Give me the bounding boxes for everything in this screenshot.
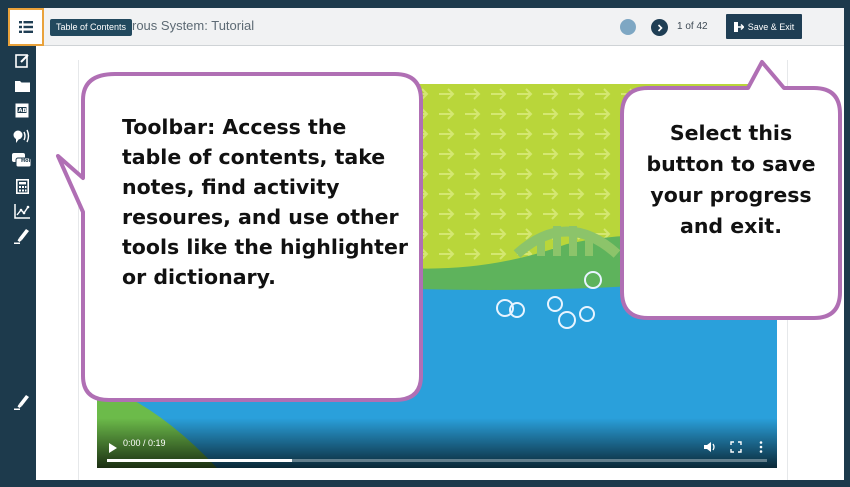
top-header: Table of Contents rous System: Tutorial … bbox=[8, 8, 844, 46]
save-exit-label: Save & Exit bbox=[747, 21, 795, 32]
exit-icon bbox=[733, 21, 744, 32]
notes-button[interactable] bbox=[12, 50, 32, 70]
video-progress-bar[interactable] bbox=[107, 459, 767, 462]
toolbar-callout-text: Toolbar: Access the table of contents, t… bbox=[122, 115, 408, 289]
graph-icon bbox=[14, 203, 30, 219]
page-indicator: 1 of 42 bbox=[677, 21, 708, 32]
video-controls: 0:00 / 0:19 bbox=[97, 418, 777, 468]
svg-text:AB: AB bbox=[18, 108, 26, 114]
chevron-right-icon bbox=[657, 23, 663, 32]
left-toolbar: AB Hola bbox=[8, 46, 36, 480]
calculator-icon bbox=[15, 178, 29, 194]
highlighter-icon bbox=[14, 229, 29, 244]
graph-button[interactable] bbox=[12, 201, 32, 221]
save-callout-text: Select this button to save your progress… bbox=[646, 121, 816, 238]
more-options-icon[interactable] bbox=[757, 440, 765, 454]
highlighter-button[interactable] bbox=[12, 226, 32, 246]
toc-tooltip: Table of Contents bbox=[50, 19, 133, 36]
volume-icon[interactable] bbox=[703, 440, 717, 454]
video-time: 0:00 / 0:19 bbox=[123, 438, 166, 448]
list-icon bbox=[19, 21, 33, 33]
translate-button[interactable]: Hola bbox=[12, 151, 34, 171]
page-title: rous System: Tutorial bbox=[132, 18, 255, 33]
folder-icon bbox=[14, 80, 30, 92]
fullscreen-icon[interactable] bbox=[729, 440, 743, 454]
translate-badge: Hola bbox=[21, 158, 34, 164]
play-icon[interactable] bbox=[107, 442, 119, 454]
resources-button[interactable] bbox=[12, 75, 32, 95]
glossary-icon: AB bbox=[15, 103, 29, 117]
read-aloud-icon bbox=[13, 129, 30, 143]
notes-icon bbox=[14, 53, 29, 68]
next-page-button[interactable] bbox=[651, 19, 668, 36]
calculator-button[interactable] bbox=[12, 176, 32, 196]
table-of-contents-button[interactable] bbox=[8, 8, 44, 46]
status-indicator bbox=[620, 19, 636, 35]
eraser-button[interactable] bbox=[12, 392, 32, 412]
read-aloud-button[interactable] bbox=[12, 126, 32, 146]
eraser-icon bbox=[14, 395, 29, 410]
glossary-button[interactable]: AB bbox=[12, 100, 32, 120]
save-exit-button[interactable]: Save & Exit bbox=[726, 14, 802, 39]
video-progress-fill bbox=[107, 459, 292, 462]
